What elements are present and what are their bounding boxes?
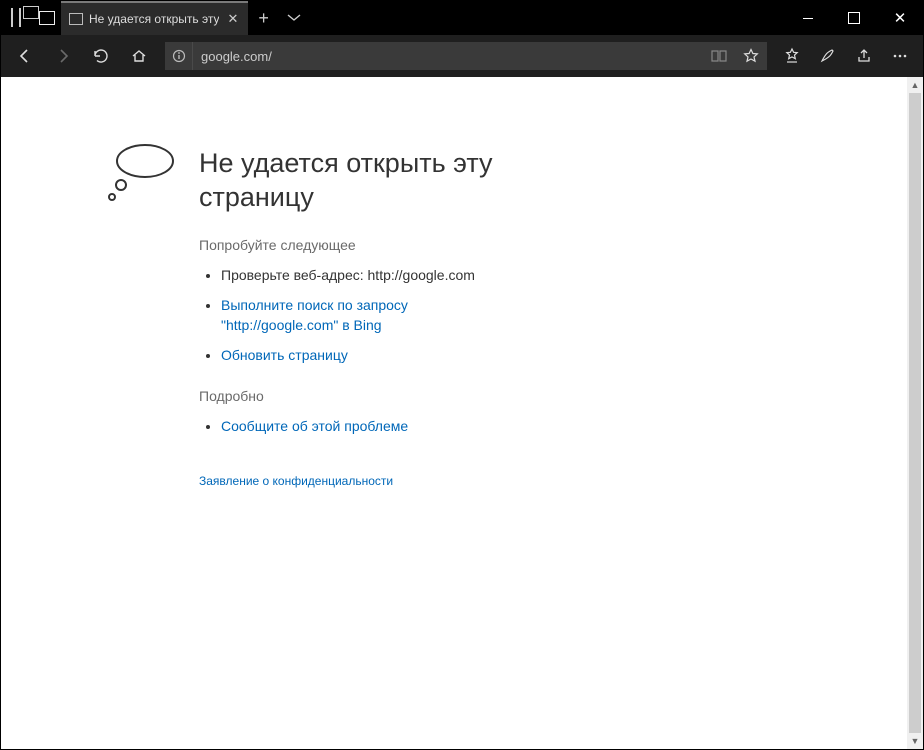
share-icon[interactable] [847,38,881,74]
settings-more-icon[interactable] [883,38,917,74]
site-info-icon[interactable] [165,42,193,70]
notes-pen-icon[interactable] [811,38,845,74]
tab-close-icon[interactable]: ✕ [225,9,240,29]
title-bar: Не удается открыть эту ✕ + ✕ [1,1,923,35]
navigation-bar: google.com/ [1,35,923,77]
reading-view-icon[interactable] [703,49,735,63]
home-button[interactable] [121,38,157,74]
tabs-dropdown-icon[interactable] [279,13,309,23]
taskbar-icons [1,9,31,27]
tab-title: Не удается открыть эту [89,12,219,26]
tab-favicon-icon [69,13,83,25]
scroll-up-icon[interactable]: ▲ [907,77,923,93]
suggestion-list: Проверьте веб-адрес: http://google.com В… [199,265,759,366]
window-cascade2-icon [19,9,21,27]
scrollbar-thumb[interactable] [909,93,921,733]
details-label: Подробно [199,388,759,404]
window-close-button[interactable]: ✕ [877,1,923,35]
page-content: Не удается открыть эту страницу Попробуй… [1,77,923,749]
suggestion-refresh-link[interactable]: Обновить страницу [221,347,348,363]
scroll-down-icon[interactable]: ▼ [907,733,923,749]
address-bar[interactable]: google.com/ [165,42,767,70]
try-following-label: Попробуйте следующее [199,237,759,253]
suggestion-check-address: Проверьте веб-адрес: http://google.com [221,265,481,285]
window-minimize-button[interactable] [785,1,831,35]
suggestion-search-bing-link[interactable]: Выполните поиск по запросу "http://googl… [221,297,408,333]
forward-button[interactable] [45,38,81,74]
new-tab-button[interactable]: + [248,8,279,29]
window-cascade-icon [11,9,13,27]
refresh-button[interactable] [83,38,119,74]
vertical-scrollbar[interactable]: ▲ ▼ [907,77,923,749]
report-problem-link[interactable]: Сообщите об этой проблеме [221,418,408,434]
back-button[interactable] [7,38,43,74]
scrollbar-track[interactable] [907,93,923,733]
details-list: Сообщите об этой проблеме [199,416,759,436]
url-text: google.com/ [193,49,703,64]
thought-bubble-icon [103,141,183,211]
browser-tab[interactable]: Не удается открыть эту ✕ [61,1,248,35]
tab-preview-icon[interactable] [39,11,55,25]
error-heading: Не удается открыть эту страницу [199,147,569,215]
privacy-statement-link[interactable]: Заявление о конфиденциальности [199,474,393,488]
favorites-list-icon[interactable] [775,38,809,74]
window-maximize-button[interactable] [831,1,877,35]
favorite-star-icon[interactable] [735,48,767,64]
